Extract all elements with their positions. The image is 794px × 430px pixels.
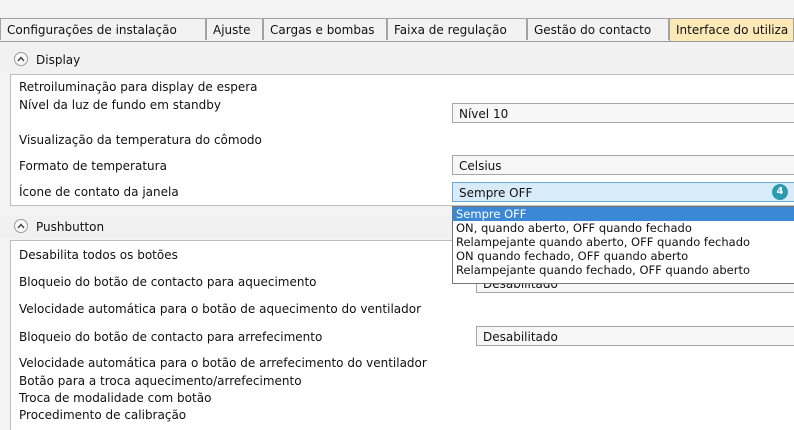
tab-adjustment[interactable]: Ajuste	[206, 18, 263, 40]
label-mode-change-button: Troca de modalidade com botão	[19, 391, 212, 405]
option-flash-closed-off-open[interactable]: Relampejante quando fechado, OFF quando …	[453, 263, 794, 277]
label-cooling-fan-auto-speed: Velocidade automática para o botão de ar…	[19, 356, 427, 370]
display-section-title: Display	[36, 53, 81, 67]
label-standby-backlight: Retroiluminação para display de espera	[19, 80, 258, 94]
option-always-off[interactable]: Sempre OFF	[453, 207, 794, 221]
option-on-open-off-closed[interactable]: ON, quando aberto, OFF quando fechado	[453, 221, 794, 235]
collapse-chevron-icon[interactable]	[14, 52, 28, 66]
label-heat-cool-switch-button: Botão para a troca aquecimento/arrefecim…	[19, 374, 302, 388]
window-contact-icon-options: Sempre OFF ON, quando aberto, OFF quando…	[452, 206, 794, 284]
step-number-badge: 4	[772, 184, 788, 200]
tab-contact-management[interactable]: Gestão do contacto	[527, 18, 669, 40]
label-temperature-format: Formato de temperatura	[19, 159, 167, 173]
label-window-contact-icon: Ícone de contato da janela	[19, 185, 179, 199]
tab-user-interface[interactable]: Interface do utiliza	[669, 18, 794, 41]
label-room-temperature-display: Visualização da temperatura do cômodo	[19, 133, 262, 147]
option-on-closed-off-open[interactable]: ON quando fechado, OFF quando aberto	[453, 249, 794, 263]
backlight-level-select[interactable]: Nível 10	[452, 103, 794, 123]
label-standby-backlight-level: Nível da luz de fundo em standby	[19, 98, 221, 112]
temperature-format-select[interactable]: Celsius	[452, 155, 794, 175]
tab-regulation-range[interactable]: Faixa de regulação	[387, 18, 527, 40]
tab-loads-and-pumps[interactable]: Cargas e bombas	[263, 18, 387, 40]
pushbutton-section-title: Pushbutton	[36, 220, 105, 234]
tab-bar: Configurações de instalação Ajuste Carga…	[0, 18, 794, 42]
collapse-chevron-icon[interactable]	[14, 219, 28, 233]
label-heating-fan-auto-speed: Velocidade automática para o botão de aq…	[19, 302, 422, 316]
label-cooling-contact-lock: Bloqueio do botão de contacto para arref…	[19, 330, 323, 344]
option-flash-open-off-closed[interactable]: Relampejante quando aberto, OFF quando f…	[453, 235, 794, 249]
display-section-header[interactable]: Display	[0, 48, 794, 72]
configuration-window: Configurações de instalação Ajuste Carga…	[0, 0, 794, 430]
label-calibration-procedure: Procedimento de calibração	[19, 408, 187, 422]
label-disable-all-buttons: Desabilita todos os botões	[19, 248, 178, 262]
label-heating-contact-lock: Bloqueio do botão de contacto para aquec…	[19, 275, 317, 289]
window-contact-icon-select[interactable]: Sempre OFF 4	[452, 182, 794, 202]
window-contact-icon-value: Sempre OFF	[459, 186, 533, 200]
tab-installation-settings[interactable]: Configurações de instalação	[0, 18, 206, 40]
cooling-lock-select[interactable]: Desabilitado	[476, 326, 794, 346]
